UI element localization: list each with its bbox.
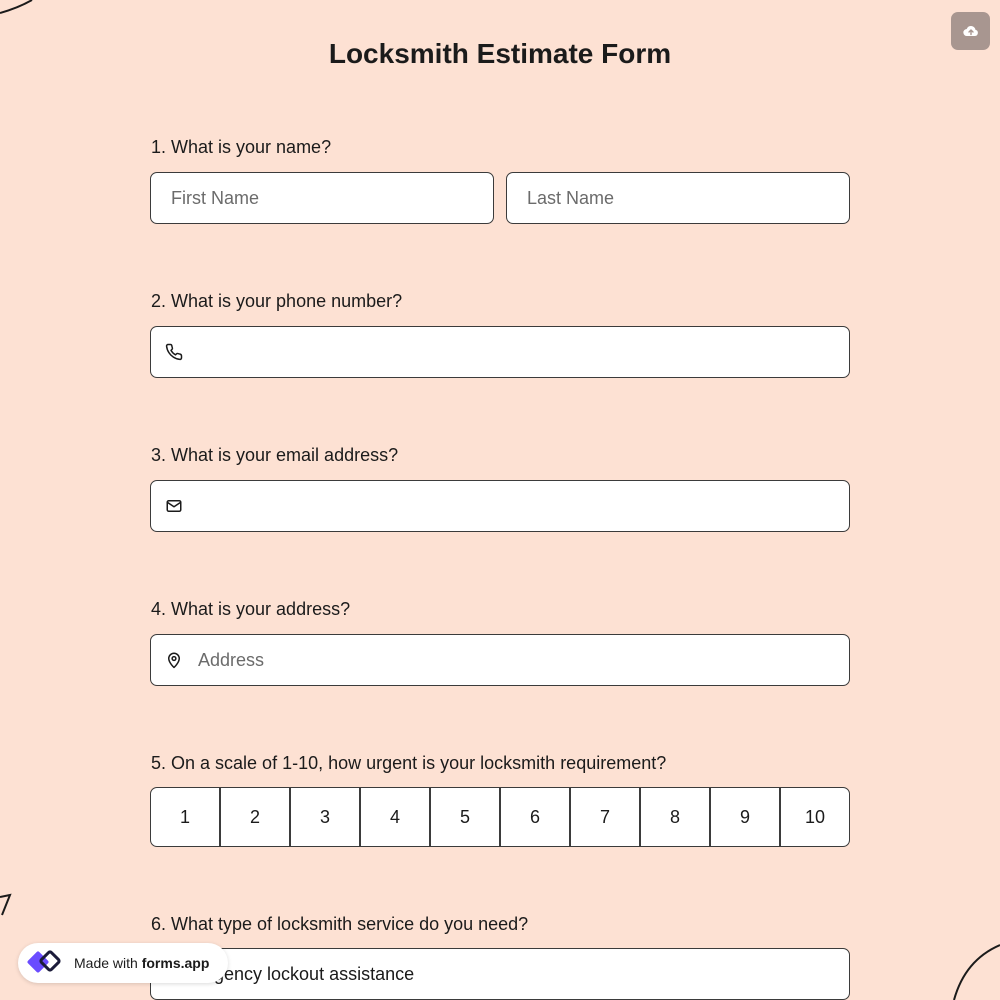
scale-option-6[interactable]: 6	[501, 788, 571, 846]
address-field[interactable]	[150, 634, 850, 686]
phone-input[interactable]	[198, 327, 849, 377]
last-name-input[interactable]	[527, 173, 849, 223]
phone-icon	[164, 342, 184, 362]
question-5-label: 5. On a scale of 1-10, how urgent is you…	[151, 753, 667, 773]
email-input[interactable]	[198, 481, 849, 531]
cloud-upload-icon	[962, 25, 978, 37]
badge-brand: forms.app	[141, 955, 210, 971]
badge-made-with: Made with	[74, 955, 138, 971]
question-4-label: 4. What is your address?	[151, 599, 351, 619]
badge-text: Made with forms.app	[74, 955, 209, 971]
question-2-label: 2. What is your phone number?	[151, 291, 403, 311]
question-1-label: 1. What is your name?	[151, 137, 332, 157]
scale-option-1[interactable]: 1	[151, 788, 221, 846]
decorative-curve-bottom-right	[953, 944, 1000, 1000]
forms-app-logo-icon	[27, 950, 61, 973]
scale-option-5[interactable]: 5	[431, 788, 501, 846]
scale-option-2[interactable]: 2	[221, 788, 291, 846]
service-type-select[interactable]: Emergency lockout assistance	[150, 948, 850, 1000]
urgency-scale: 1 2 3 4 5 6 7 8 9 10	[150, 787, 850, 847]
phone-field[interactable]	[150, 326, 850, 378]
form-title: Locksmith Estimate Form	[328, 38, 672, 69]
scale-option-8[interactable]: 8	[641, 788, 711, 846]
made-with-badge[interactable]: Made with forms.app	[18, 943, 228, 983]
question-6-label: 6. What type of locksmith service do you…	[151, 914, 529, 934]
decorative-curve-top-left	[0, 0, 33, 14]
first-name-field[interactable]	[150, 172, 494, 224]
mail-icon	[164, 496, 184, 516]
scale-option-9[interactable]: 9	[711, 788, 781, 846]
address-input[interactable]	[198, 635, 849, 685]
first-name-input[interactable]	[171, 173, 493, 223]
scale-option-3[interactable]: 3	[291, 788, 361, 846]
scale-option-7[interactable]: 7	[571, 788, 641, 846]
scale-option-4[interactable]: 4	[361, 788, 431, 846]
email-field[interactable]	[150, 480, 850, 532]
decorative-curve-left	[0, 893, 12, 916]
map-pin-icon	[164, 650, 184, 670]
last-name-field[interactable]	[506, 172, 850, 224]
scale-option-10[interactable]: 10	[781, 788, 849, 846]
question-3-label: 3. What is your email address?	[151, 445, 399, 465]
